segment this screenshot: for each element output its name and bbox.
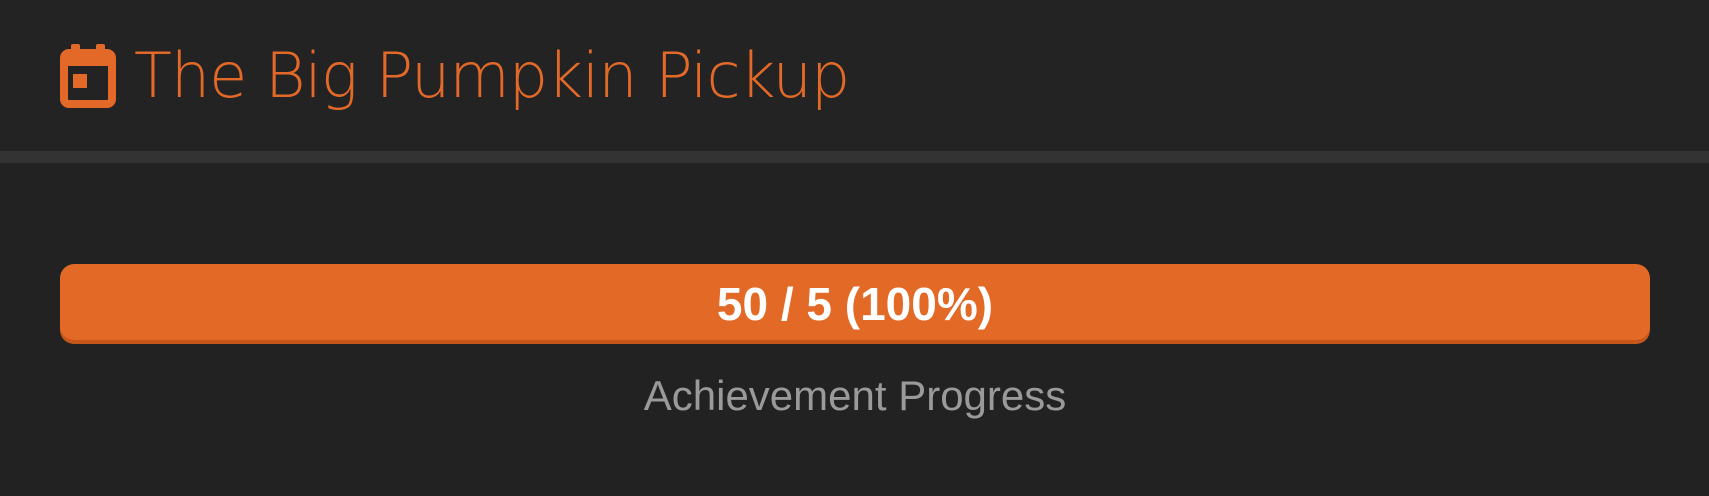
- achievement-progress-bar: 50 / 5 (100%): [60, 264, 1650, 344]
- progress-caption: Achievement Progress: [643, 372, 1067, 419]
- page-header: The Big Pumpkin Pickup: [0, 0, 1709, 151]
- header-divider: [0, 151, 1709, 163]
- progress-value-label: 50 / 5 (100%): [716, 278, 994, 330]
- calendar-icon: [60, 44, 116, 108]
- page-title: The Big Pumpkin Pickup: [134, 39, 850, 112]
